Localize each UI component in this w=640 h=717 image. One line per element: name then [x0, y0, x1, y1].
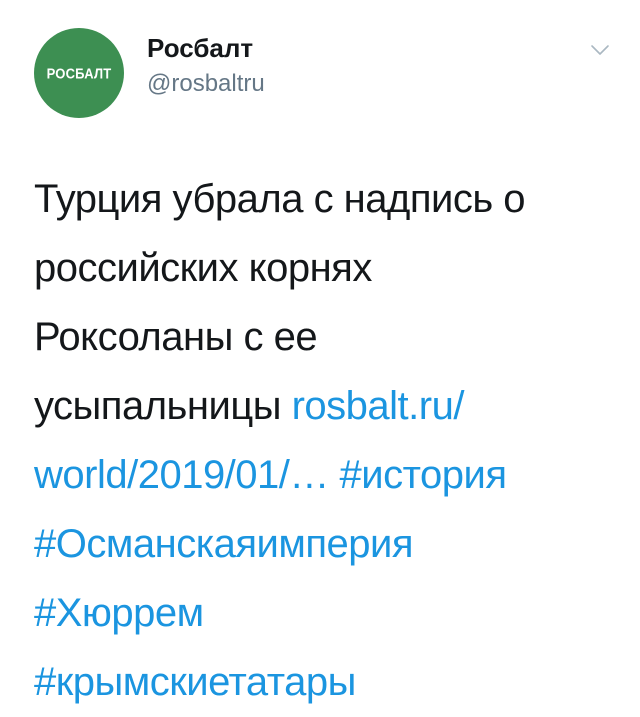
tweet-text-line: Роксоланы с ее — [34, 315, 318, 359]
tweet-text-line: #Османскаяимперия — [34, 510, 614, 579]
hashtag-link[interactable]: #Османскаяимперия — [34, 522, 413, 566]
hashtag-link[interactable]: #Хюррем — [34, 591, 204, 635]
tweet-text-line: world/2019/01/… #история — [34, 441, 614, 510]
article-link-continued[interactable]: world/2019/01/… — [34, 453, 329, 497]
tweet-text-line: усыпальницы rosbalt.ru/ — [34, 372, 614, 441]
tweet-header: РОСБАЛТ Росбалт @rosbaltru — [34, 28, 624, 118]
author-info: Росбалт @rosbaltru — [147, 32, 265, 100]
tweet-text-fragment: усыпальницы — [34, 384, 281, 428]
tweet-text-line: #Хюррем — [34, 579, 614, 648]
avatar-logo-text: РОСБАЛТ — [46, 64, 112, 82]
user-handle[interactable]: @rosbaltru — [147, 68, 265, 100]
tweet-text: Турция убрала с надпись о российских кор… — [34, 165, 614, 717]
chevron-down-icon[interactable] — [590, 43, 610, 57]
hashtag-link[interactable]: #история — [340, 453, 507, 497]
tweet-text-line: российских корнях — [34, 246, 372, 290]
article-link[interactable]: rosbalt.ru/ — [292, 384, 465, 428]
tweet-text-line: Турция убрала с надпись о — [34, 177, 526, 221]
hashtag-link[interactable]: #крымскиетатары — [34, 660, 356, 704]
tweet-card: РОСБАЛТ Росбалт @rosbaltru Турция убрала… — [0, 0, 640, 707]
display-name[interactable]: Росбалт — [147, 32, 265, 64]
avatar[interactable]: РОСБАЛТ — [34, 28, 124, 118]
